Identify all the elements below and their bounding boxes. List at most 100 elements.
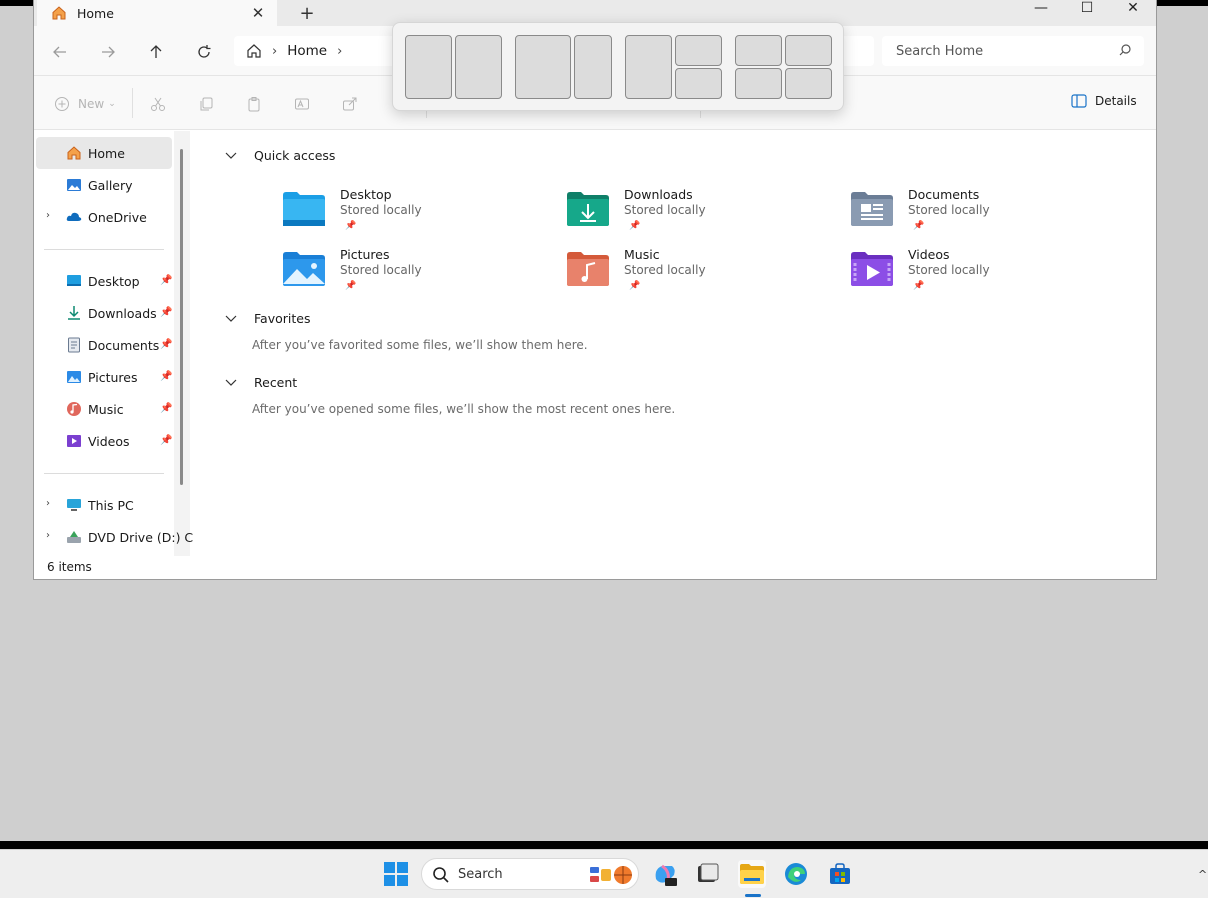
back-button[interactable] (48, 40, 72, 64)
sidebar-item-onedrive[interactable]: › OneDrive (36, 201, 172, 233)
chevron-right-icon[interactable]: › (46, 498, 50, 509)
store-app-icon[interactable] (826, 860, 854, 888)
sidebar-item-label: Home (88, 145, 125, 161)
snap-zone[interactable] (574, 35, 612, 99)
qa-name: Videos (908, 247, 950, 262)
up-button[interactable] (144, 40, 168, 64)
quick-access-item[interactable]: Desktop Stored locally 📌 (283, 185, 543, 237)
snap-zone[interactable] (675, 68, 722, 99)
breadcrumb-home[interactable]: Home (287, 43, 327, 59)
recent-empty-message: After you’ve opened some files, we’ll sh… (252, 402, 676, 416)
snap-zone[interactable] (675, 35, 722, 66)
new-tab-button[interactable]: + (296, 2, 318, 24)
quick-access-item[interactable]: Music Stored locally 📌 (567, 245, 827, 297)
sidebar-item-dvd-drive[interactable]: › DVD Drive (D:) C (36, 521, 193, 553)
snap-zone[interactable] (405, 35, 452, 99)
taskbar-search-box[interactable]: Search (421, 858, 639, 890)
tray-overflow-chevron-icon[interactable]: ^ (1198, 868, 1207, 881)
file-explorer-app-icon[interactable] (738, 860, 766, 888)
snap-layout-quadrants (735, 35, 833, 101)
snap-zone[interactable] (625, 35, 672, 99)
snap-zone[interactable] (515, 35, 571, 99)
sidebar-item-label: Desktop (88, 273, 140, 289)
qa-sub: Stored locally (908, 203, 990, 217)
section-recent[interactable]: Recent (224, 375, 297, 390)
plus-circle-icon (55, 97, 69, 111)
section-quick-access[interactable]: Quick access (224, 148, 335, 163)
minimize-button[interactable]: — (1018, 0, 1064, 26)
quick-access-item[interactable]: Documents Stored locally 📌 (851, 185, 1111, 237)
copy-icon (200, 97, 213, 111)
documents-folder-icon (851, 192, 893, 226)
snap-zone[interactable] (455, 35, 502, 99)
tab-close-button[interactable]: ✕ (249, 4, 267, 22)
sidebar-divider (44, 473, 164, 474)
pin-icon: 📌 (913, 281, 925, 291)
snap-zone[interactable] (735, 35, 782, 66)
rename-button[interactable] (294, 94, 310, 114)
arrow-up-icon (150, 45, 162, 58)
maximize-button[interactable]: ☐ (1064, 0, 1110, 26)
qa-sub: Stored locally (340, 203, 422, 217)
terminal-icon (698, 863, 719, 882)
toolbar-divider (132, 88, 133, 118)
sidebar-item-this-pc[interactable]: › This PC (36, 489, 172, 521)
pin-icon: 📌 (160, 371, 173, 382)
sidebar-item-pictures[interactable]: Pictures 📌 (36, 361, 172, 393)
home-icon (52, 6, 66, 20)
forward-button[interactable] (96, 40, 120, 64)
copilot-app-icon[interactable] (651, 860, 679, 888)
section-favorites[interactable]: Favorites (224, 311, 310, 326)
copy-button[interactable] (198, 94, 214, 114)
store-bag-icon (830, 863, 850, 884)
clipboard-icon (248, 97, 260, 112)
chevron-right-icon[interactable]: › (46, 530, 50, 541)
search-icon (1119, 44, 1131, 56)
sidebar-item-videos[interactable]: Videos 📌 (36, 425, 172, 457)
window-controls: — ☐ ✕ (1018, 0, 1156, 26)
downloads-folder-icon (567, 192, 609, 226)
search-placeholder: Search Home (896, 43, 984, 59)
sidebar-item-home[interactable]: Home (36, 137, 172, 169)
snap-layout-two-thirds (515, 35, 613, 101)
snap-layout-main-and-stack (625, 35, 723, 101)
close-window-button[interactable]: ✕ (1110, 0, 1156, 26)
navigation-pane: Home Gallery › OneDrive Desktop 📌 Downlo… (34, 131, 193, 556)
share-button[interactable] (342, 94, 358, 114)
copilot-icon (655, 864, 677, 886)
quick-access-item[interactable]: Videos Stored locally 📌 (851, 245, 1111, 297)
snap-zone[interactable] (785, 35, 832, 66)
edge-app-icon[interactable] (782, 860, 810, 888)
snap-zone[interactable] (785, 68, 832, 99)
qa-sub: Stored locally (340, 263, 422, 277)
details-pane-button[interactable]: Details (1071, 94, 1137, 108)
video-icon (67, 435, 81, 447)
chevron-right-icon[interactable]: › (46, 210, 50, 221)
arrow-right-icon (102, 46, 115, 58)
cut-button[interactable] (150, 94, 166, 114)
qa-sub: Stored locally (908, 263, 990, 277)
sidebar-item-music[interactable]: Music 📌 (36, 393, 172, 425)
arrow-left-icon (53, 46, 66, 58)
pin-icon: 📌 (160, 275, 173, 286)
sidebar-item-downloads[interactable]: Downloads 📌 (36, 297, 172, 329)
quick-access-item[interactable]: Downloads Stored locally 📌 (567, 185, 827, 237)
qa-name: Music (624, 247, 660, 262)
refresh-button[interactable] (192, 40, 216, 64)
qa-name: Documents (908, 187, 980, 202)
sidebar-item-gallery[interactable]: Gallery (36, 169, 172, 201)
sidebar-item-desktop[interactable]: Desktop 📌 (36, 265, 172, 297)
taskbar-search-label: Search (458, 866, 503, 882)
cloud-icon (66, 212, 82, 221)
windows-start-icon[interactable] (384, 862, 408, 886)
sidebar-item-documents[interactable]: Documents 📌 (36, 329, 172, 361)
tab-home[interactable]: Home ✕ (37, 0, 277, 26)
terminal-app-icon[interactable] (694, 860, 722, 888)
paste-button[interactable] (246, 94, 262, 114)
sidebar-scrollbar[interactable] (180, 149, 183, 485)
new-button[interactable]: New ⌄ (54, 94, 116, 114)
search-input[interactable]: Search Home (882, 36, 1144, 66)
chevron-right-icon[interactable]: › (337, 44, 342, 59)
snap-zone[interactable] (735, 68, 782, 99)
quick-access-item[interactable]: Pictures Stored locally 📌 (283, 245, 543, 297)
